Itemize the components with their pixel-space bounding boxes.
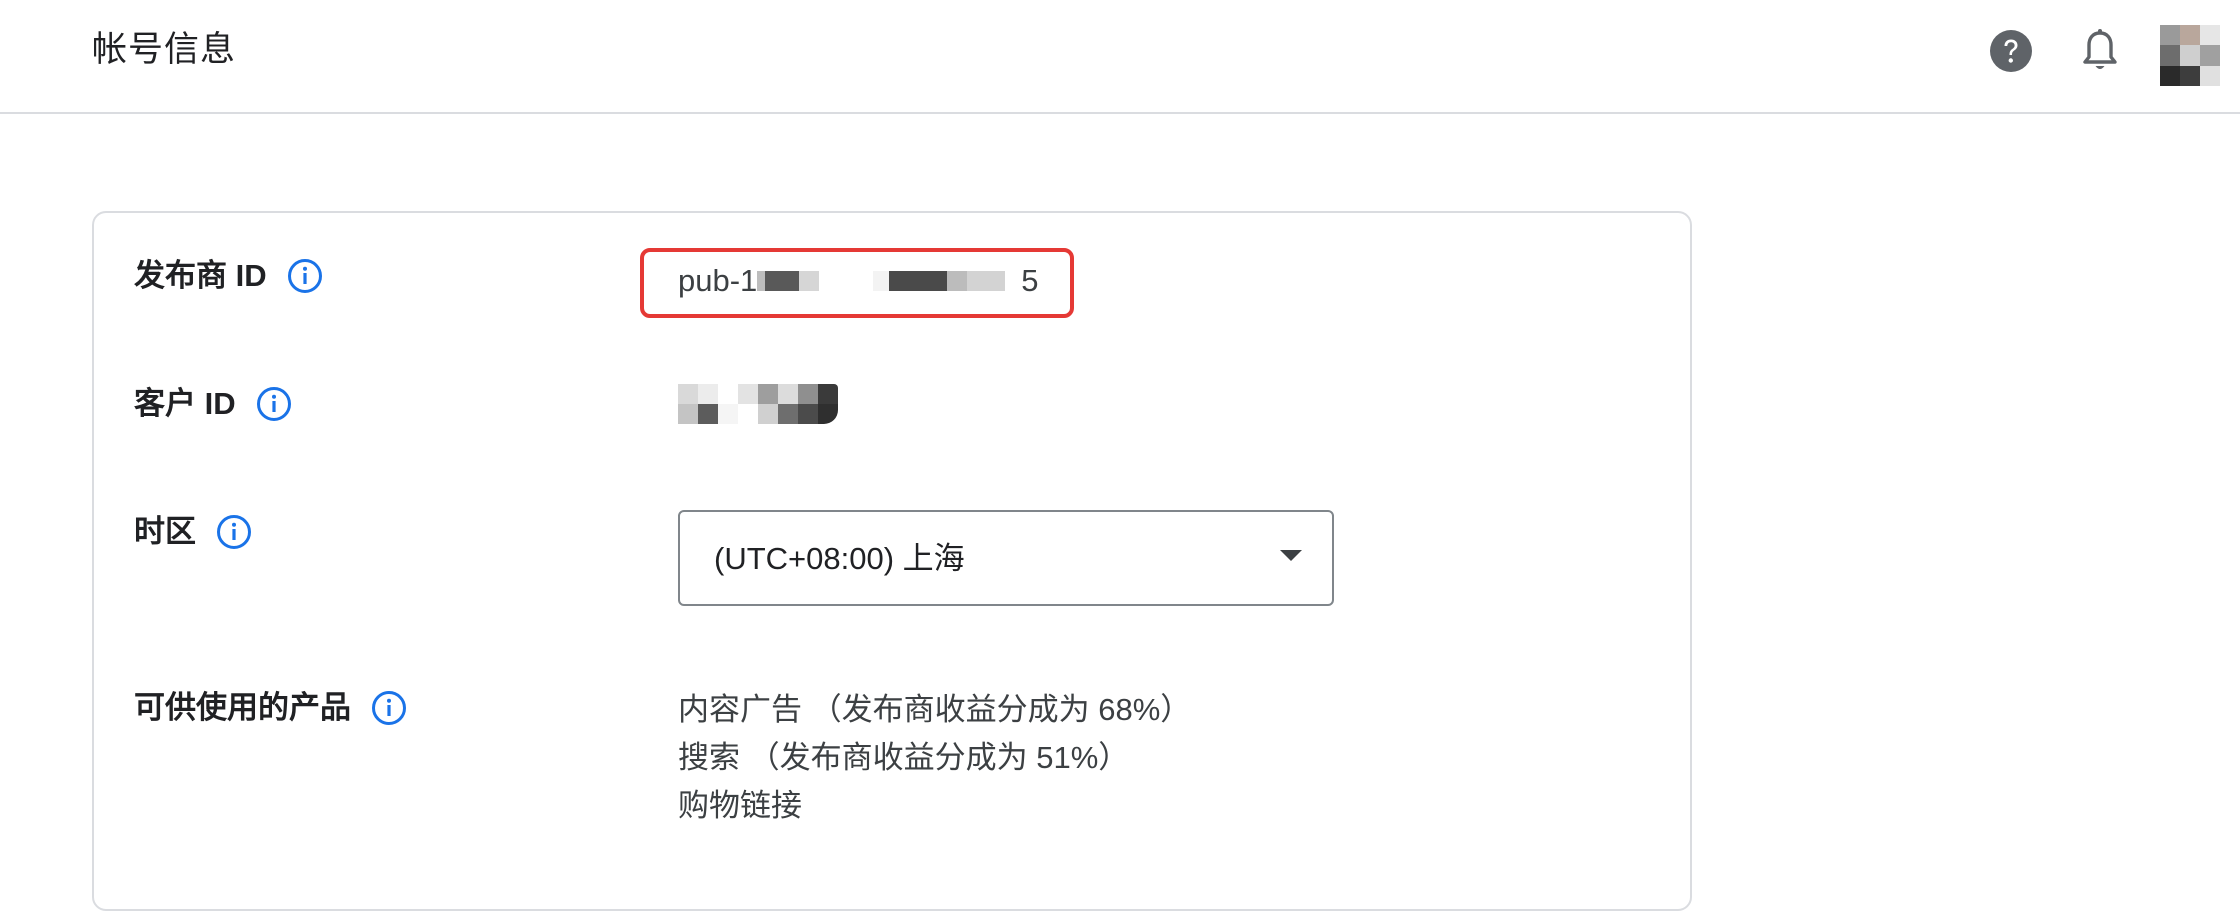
redacted-pixels	[947, 271, 968, 291]
customer-id-value-redacted	[678, 384, 838, 424]
avatar-pixel	[2200, 25, 2220, 46]
info-icon[interactable]	[256, 386, 292, 422]
publisher-id-label-row: 发布商 ID	[134, 254, 323, 298]
list-item: 内容广告 （发布商收益分成为 68%）	[678, 692, 1192, 727]
help-circle-icon[interactable]	[1989, 29, 2033, 73]
info-icon[interactable]	[216, 514, 252, 550]
redacted-pixels	[889, 271, 948, 291]
timezone-selected-value: (UTC+08:00) 上海	[714, 541, 965, 576]
info-icon[interactable]	[371, 690, 407, 726]
avatar-pixel	[2180, 65, 2200, 86]
product-list: 内容广告 （发布商收益分成为 68%） 搜索 （发布商收益分成为 51%） 购物…	[678, 686, 1191, 830]
list-item: 购物链接	[678, 788, 802, 823]
timezone-label-row: 时区	[134, 510, 252, 554]
products-label-row: 可供使用的产品	[134, 686, 407, 730]
timezone-select[interactable]: (UTC+08:00) 上海	[678, 510, 1334, 606]
avatar-pixel	[2180, 25, 2200, 46]
redacted-pixels	[765, 271, 800, 291]
customer-id-label-row: 客户 ID	[134, 382, 292, 426]
customer-id-label: 客户 ID	[134, 386, 236, 421]
publisher-id-value: pub-1 5	[678, 259, 1039, 303]
list-item: 搜索 （发布商收益分成为 51%）	[678, 740, 1130, 775]
dropdown-caret-icon	[1280, 550, 1302, 561]
redacted-pixels	[757, 271, 766, 291]
avatar-pixel	[2160, 45, 2180, 66]
publisher-id-suffix: 5	[1021, 263, 1039, 298]
redacted-pixels	[799, 271, 820, 291]
bell-icon[interactable]	[2078, 27, 2122, 77]
avatar-pixel	[2200, 65, 2220, 86]
avatar-pixel	[2200, 45, 2220, 66]
redacted-pixels	[819, 271, 874, 291]
publisher-id-label: 发布商 ID	[134, 258, 267, 293]
avatar-pixel	[2160, 65, 2180, 86]
timezone-label: 时区	[134, 514, 196, 549]
publisher-id-prefix: pub-1	[678, 263, 758, 298]
products-label: 可供使用的产品	[134, 690, 351, 725]
top-bar: 帐号信息	[0, 0, 2240, 114]
redacted-pixels	[967, 271, 1006, 291]
avatar-pixel	[2160, 25, 2180, 46]
avatar-pixel	[2180, 45, 2200, 66]
page-title: 帐号信息	[92, 30, 237, 69]
avatar[interactable]	[2160, 25, 2220, 86]
info-icon[interactable]	[287, 258, 323, 294]
redacted-pixels	[873, 271, 890, 291]
